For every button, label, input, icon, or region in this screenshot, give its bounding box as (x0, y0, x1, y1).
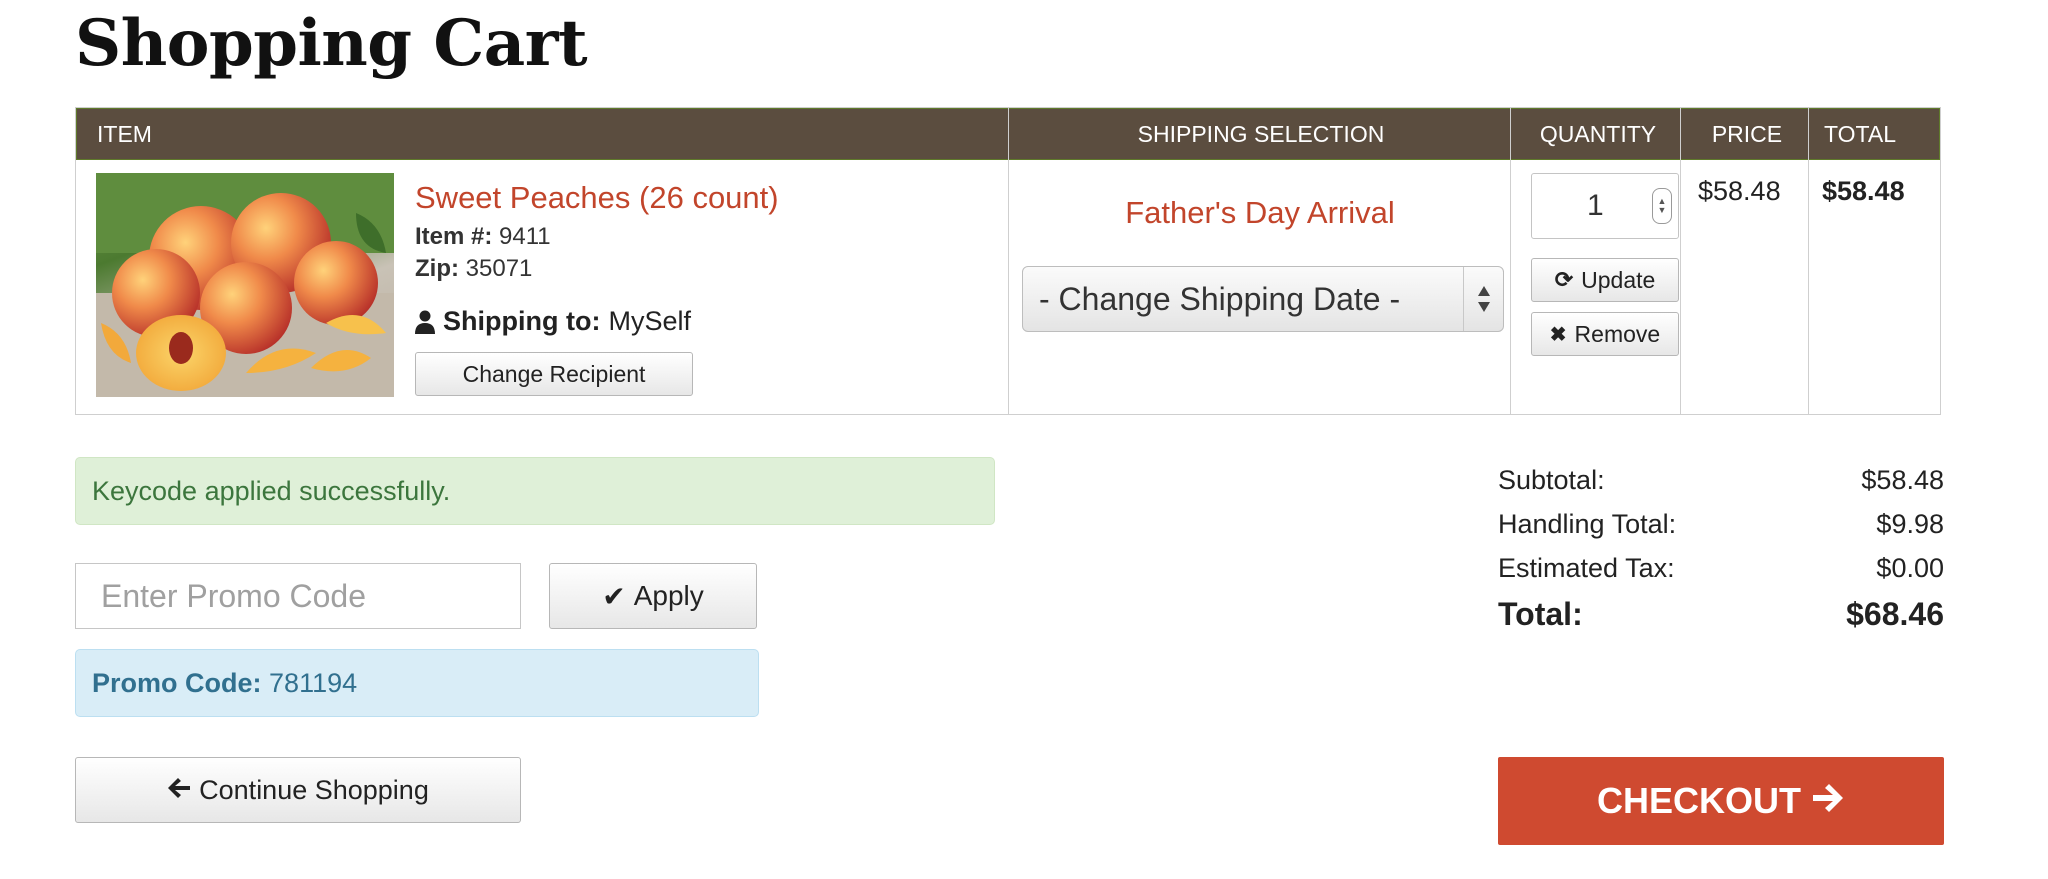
zip-value: 35071 (465, 255, 533, 282)
continue-shopping-button[interactable]: Continue Shopping (75, 757, 521, 823)
arrow-left-icon (167, 775, 191, 806)
update-button-label: Update (1581, 266, 1656, 293)
tax-label: Estimated Tax: (1498, 553, 1675, 583)
tax-value: $0.00 (1876, 553, 1944, 583)
check-icon: ✔ (602, 580, 626, 612)
close-icon: ✖ (1549, 323, 1567, 346)
column-divider (1008, 108, 1009, 414)
peaches-illustration (96, 173, 394, 397)
handling-label: Handling Total: (1498, 509, 1677, 539)
zip-code: Zip: 35071 (415, 255, 532, 283)
item-number-value: 9411 (499, 223, 551, 250)
update-button[interactable]: ⟳ Update (1531, 258, 1679, 302)
promo-code-input[interactable] (75, 563, 521, 629)
success-alert: Keycode applied successfully. (75, 457, 995, 525)
header-price: PRICE (1711, 121, 1783, 147)
shipping-date-select[interactable]: - Change Shipping Date - (1022, 266, 1504, 332)
item-price: $58.48 (1698, 176, 1781, 206)
shipping-to: Shipping to: MySelf (415, 306, 691, 337)
shipping-date-select-value: - Change Shipping Date - (1039, 281, 1401, 317)
arrival-label: Father's Day Arrival (1125, 195, 1395, 230)
header-total: TOTAL (1824, 121, 1896, 147)
column-divider (1680, 108, 1681, 414)
recipient-name: MySelf (608, 306, 691, 336)
column-divider (1808, 108, 1809, 414)
select-arrows-icon (1463, 267, 1503, 331)
remove-button[interactable]: ✖ Remove (1531, 312, 1679, 356)
promo-code-value: 781194 (269, 668, 358, 698)
promo-code-label: Promo Code: (92, 668, 262, 698)
item-number-label: Item #: (415, 223, 493, 250)
item-number: Item #: 9411 (415, 223, 551, 251)
page-title: Shopping Cart (75, 6, 588, 81)
header-item: ITEM (97, 121, 152, 147)
continue-shopping-label: Continue Shopping (199, 774, 429, 805)
header-shipping: SHIPPING SELECTION (1137, 121, 1385, 147)
header-quantity: QUANTITY (1539, 121, 1657, 147)
promo-info-alert: Promo Code: 781194 (75, 649, 759, 717)
cart-table: ITEM SHIPPING SELECTION QUANTITY PRICE T… (75, 107, 1941, 415)
arrow-right-icon (1811, 780, 1845, 822)
refresh-icon: ⟳ (1554, 267, 1574, 292)
subtotal-label: Subtotal: (1498, 465, 1605, 495)
checkout-button[interactable]: CHECKOUT (1498, 757, 1944, 845)
spinner-icon[interactable]: ▲ ▼ (1652, 188, 1672, 224)
apply-button[interactable]: ✔ Apply (549, 563, 757, 629)
user-icon (415, 310, 435, 334)
shipping-to-label: Shipping to: (443, 306, 601, 336)
quantity-value: 1 (1587, 189, 1604, 222)
subtotal-value: $58.48 (1861, 465, 1944, 495)
item-total: $58.48 (1822, 176, 1905, 206)
column-divider (1510, 108, 1511, 414)
checkout-label: CHECKOUT (1597, 780, 1801, 821)
product-name-link[interactable]: Sweet Peaches (26 count) (415, 180, 779, 216)
grand-total-value: $68.46 (1846, 596, 1944, 632)
handling-value: $9.98 (1876, 509, 1944, 539)
apply-button-label: Apply (633, 580, 704, 611)
quantity-stepper[interactable]: 1 ▲ ▼ (1531, 173, 1679, 239)
change-recipient-button[interactable]: Change Recipient (415, 352, 693, 396)
grand-total-label: Total: (1498, 596, 1583, 632)
remove-button-label: Remove (1574, 320, 1661, 347)
zip-label: Zip: (415, 255, 459, 282)
peaches-photo[interactable] (96, 173, 394, 397)
